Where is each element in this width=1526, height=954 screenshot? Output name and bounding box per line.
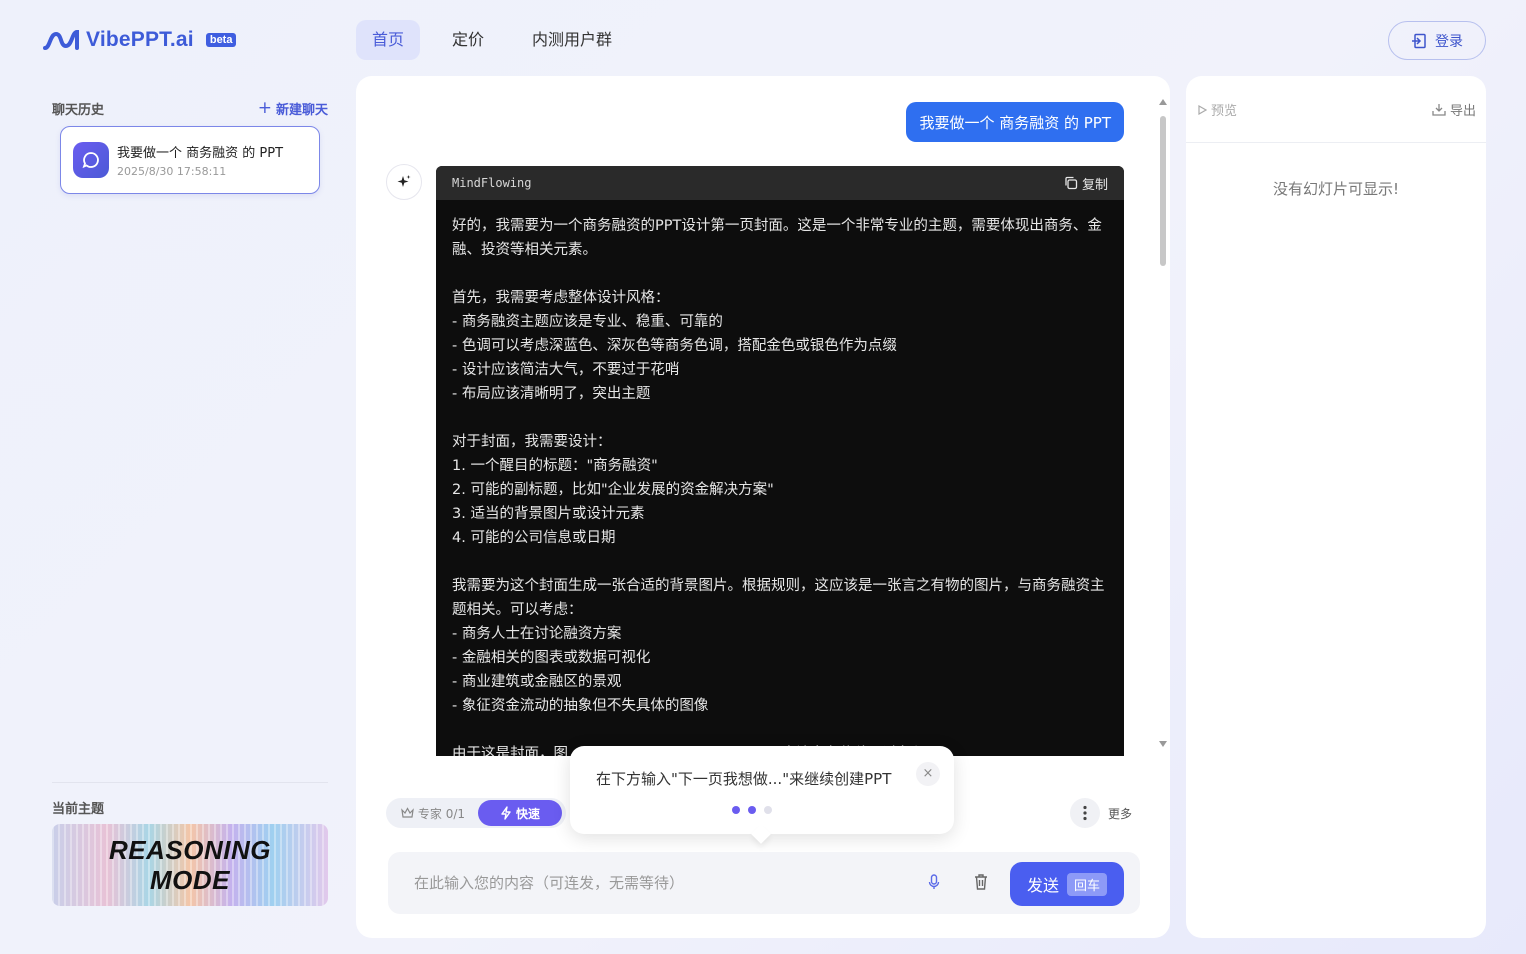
popup-text: 在下方输入"下一页我想做..."来继续创建PPT xyxy=(596,770,892,788)
user-message: 我要做一个 商务融资 的 PPT xyxy=(906,102,1124,142)
popup-arrow xyxy=(751,824,771,844)
code-block-text: 好的，我需要为一个商务融资的PPT设计第一页封面。这是一个非常专业的主题，需要体… xyxy=(452,218,1105,756)
send-label: 发送 xyxy=(1026,876,1059,895)
login-button[interactable]: 登录 xyxy=(1388,21,1486,60)
pager-dot[interactable] xyxy=(764,806,772,814)
new-chat-button[interactable]: + 新建聊天 xyxy=(258,98,328,118)
scroll-down-icon[interactable] xyxy=(1158,740,1168,748)
beta-badge: beta xyxy=(205,33,237,47)
chat-panel: 我要做一个 商务融资 的 PPT MindFlowing 复制 好的，我需要为一… xyxy=(356,76,1170,938)
theme-name-line2: MODE xyxy=(150,865,230,895)
pager-dot[interactable] xyxy=(732,806,740,814)
empty-slides-message: 没有幻灯片可显示! xyxy=(1272,180,1399,198)
pager-dot[interactable] xyxy=(748,806,756,814)
top-nav: 首页 定价 内测用户群 xyxy=(356,20,628,60)
app-logo[interactable]: VibePPT.ai beta xyxy=(42,28,237,52)
send-shortcut-hint: 回车 xyxy=(1067,872,1108,896)
more-label: 更多 xyxy=(1107,806,1132,821)
chat-bubble-icon xyxy=(73,142,109,178)
nav-home[interactable]: 首页 xyxy=(356,20,421,60)
ai-sparkle-icon xyxy=(386,164,422,200)
theme-thumbnail[interactable]: REASONING MODE xyxy=(52,824,328,906)
scroll-thumb[interactable] xyxy=(1160,116,1166,266)
theme-name-line1: REASONING xyxy=(109,835,271,865)
chat-scrollbar[interactable] xyxy=(1158,98,1168,748)
mode-expert-option[interactable]: 专家 0/1 xyxy=(388,805,478,822)
divider xyxy=(52,782,328,783)
divider xyxy=(1186,142,1486,143)
export-button[interactable]: 导出 xyxy=(1432,100,1476,119)
copy-icon xyxy=(1065,176,1078,190)
microphone-icon[interactable] xyxy=(928,872,940,892)
mode-fast-option[interactable]: 快速 xyxy=(478,800,562,826)
nav-pricing[interactable]: 定价 xyxy=(436,20,500,60)
expert-label: 专家 0/1 xyxy=(417,806,466,821)
preview-button[interactable]: 预览 xyxy=(1198,100,1237,119)
scroll-up-icon[interactable] xyxy=(1158,98,1168,106)
preview-label: 预览 xyxy=(1211,104,1238,119)
login-label: 登录 xyxy=(1435,33,1463,50)
download-icon xyxy=(1432,104,1446,116)
crown-icon xyxy=(401,807,414,818)
chat-item-time: 2025/8/30 17:58:11 xyxy=(117,165,227,178)
login-icon xyxy=(1412,33,1426,48)
chat-history-title: 聊天历史 xyxy=(52,102,105,118)
nav-beta-group[interactable]: 内测用户群 xyxy=(516,20,628,60)
chat-history-sidebar: 聊天历史 + 新建聊天 我要做一个 商务融资 的 PPT 2025/8/30 1… xyxy=(42,76,338,938)
plus-icon: + xyxy=(257,98,272,118)
fast-label: 快速 xyxy=(515,806,540,821)
current-theme-label: 当前主题 xyxy=(52,802,105,817)
code-language-label: MindFlowing xyxy=(452,176,532,190)
slide-preview-panel: 预览 导出 没有幻灯片可显示! xyxy=(1186,76,1486,938)
trash-icon[interactable] xyxy=(973,872,989,892)
chat-item-title: 我要做一个 商务融资 的 PPT xyxy=(117,146,284,161)
message-input-bar: 发送 回车 xyxy=(388,852,1140,914)
copy-label: 复制 xyxy=(1081,177,1108,193)
app-name: VibePPT.ai xyxy=(86,28,194,51)
chat-history-item[interactable]: 我要做一个 商务融资 的 PPT 2025/8/30 17:58:11 xyxy=(60,126,320,194)
theme-name: REASONING MODE xyxy=(109,835,271,895)
code-block-header: MindFlowing 复制 xyxy=(436,166,1124,200)
more-dots-icon xyxy=(1069,798,1100,828)
popup-close-button[interactable]: × xyxy=(916,762,940,786)
more-button[interactable]: 更多 xyxy=(1069,798,1132,828)
new-chat-label: 新建聊天 xyxy=(275,102,328,118)
message-input[interactable] xyxy=(414,852,894,914)
logo-wave-icon xyxy=(43,29,79,50)
continue-hint-popup: 在下方输入"下一页我想做..."来继续创建PPT × xyxy=(570,746,954,844)
copy-button[interactable]: 复制 xyxy=(1064,174,1108,193)
popup-pager xyxy=(732,806,772,814)
mode-toggle[interactable]: 专家 0/1 快速 xyxy=(386,798,566,828)
send-button[interactable]: 发送 回车 xyxy=(1010,862,1124,906)
play-icon xyxy=(1198,104,1207,115)
ai-response-code-block[interactable]: MindFlowing 复制 好的，我需要为一个商务融资的PPT设计第一页封面。… xyxy=(436,166,1124,756)
lightning-icon xyxy=(501,806,511,820)
export-label: 导出 xyxy=(1449,104,1476,119)
